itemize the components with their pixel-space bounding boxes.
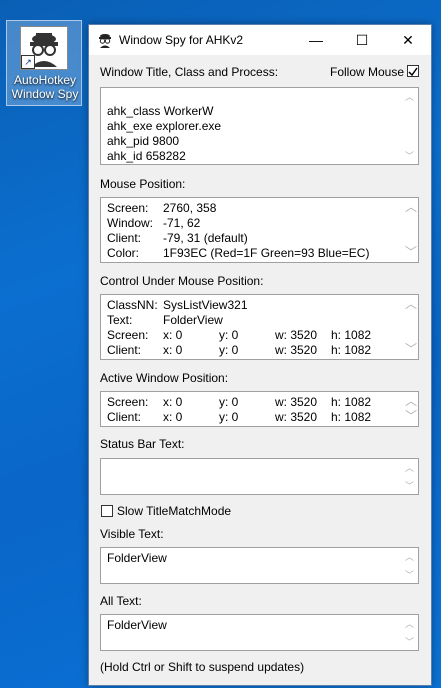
control-screen-x: x: 0 [163,328,183,342]
classnn-label: ClassNN: [107,298,158,312]
info-line-exe: ahk_exe explorer.exe [107,119,222,133]
scrollbar[interactable]: ︿ ﹀ [402,88,418,164]
scroll-down-icon: ﹀ [405,637,415,647]
active-screen-y: y: 0 [219,395,239,409]
spy-icon: ↗ [20,26,68,70]
scrollbar[interactable]: ︿ ﹀ [402,459,418,494]
mouse-screen-value: 2760, 358 [163,201,217,215]
checkmark-icon [408,67,418,77]
control-client-y: y: 0 [219,343,239,357]
control-under-mouse-label: Control Under Mouse Position: [100,274,264,288]
slow-titlematchmode-label[interactable]: Slow TitleMatchMode [117,504,231,518]
scrollbar[interactable]: ︿ ﹀ [402,392,418,426]
control-client-label: Client: [107,343,142,357]
active-screen-label: Screen: [107,395,149,409]
scroll-up-icon: ︿ [405,552,415,562]
mouse-screen-label: Screen: [107,201,149,215]
scroll-up-icon: ︿ [405,619,415,629]
mouse-color-value: 1F93EC (Red=1F Green=93 Blue=EC) [163,246,370,260]
active-client-y: y: 0 [219,410,239,424]
active-window-position-label: Active Window Position: [100,371,229,385]
active-screen-h: h: 1082 [331,395,372,409]
scroll-down-icon: ﹀ [405,409,418,423]
icon-label-line2: Window Spy [11,87,79,101]
visible-text-label: Visible Text: [100,527,164,541]
control-client-h: h: 1082 [331,343,372,357]
scroll-down-icon: ﹀ [405,481,415,491]
mouse-client-value: -79, 31 (default) [163,231,248,245]
visible-text-textbox[interactable]: FolderView ︿ ﹀ [100,547,419,584]
mouse-window-value: -71, 62 [163,216,201,230]
title-info-textbox[interactable]: ahk_class WorkerW ahk_exe explorer.exe a… [100,87,419,165]
scroll-up-icon: ︿ [405,92,415,102]
info-line-id: ahk_id 658282 [107,149,186,163]
scroll-up-icon: ︿ [405,463,415,473]
mouse-position-textbox[interactable]: Screen: 2760, 358 Window: -71, 62 Client… [100,197,419,263]
scroll-up-icon: ︿ [405,297,418,311]
mouse-position-label: Mouse Position: [100,177,186,191]
control-screen-w: w: 3520 [275,328,318,342]
classnn-value: SysListView321 [163,298,248,312]
control-screen-label: Screen: [107,328,149,342]
control-screen-y: y: 0 [219,328,239,342]
active-client-h: h: 1082 [331,410,372,424]
control-screen-h: h: 1082 [331,328,372,342]
active-window-textbox[interactable]: Screen: x: 0 y: 0 w: 3520 h: 1082 Client… [100,391,419,427]
all-text-textbox[interactable]: FolderView ︿ ﹀ [100,614,419,651]
status-bar-textbox[interactable]: ︿ ﹀ [100,458,419,495]
scroll-down-icon: ﹀ [405,570,415,580]
icon-label-line1: AutoHotkey [13,73,77,87]
mouse-client-label: Client: [107,231,142,245]
text-value: FolderView [163,313,223,327]
all-text-value: FolderView [107,618,167,632]
window-spy-app-icon [97,32,113,48]
active-client-w: w: 3520 [275,410,318,424]
follow-mouse-label[interactable]: Follow Mouse [330,65,404,79]
window-title: Window Spy for AHKv2 [119,33,244,47]
mouse-color-label: Color: [107,246,140,260]
close-button[interactable]: ✕ [385,25,431,55]
mouse-window-label: Window: [107,216,154,230]
slow-titlematchmode-checkbox[interactable] [101,505,113,517]
active-screen-x: x: 0 [163,395,183,409]
visible-text-value: FolderView [107,551,167,565]
control-client-x: x: 0 [163,343,183,357]
scroll-down-icon: ﹀ [405,151,415,161]
follow-mouse-checkbox[interactable] [407,65,419,77]
footer-hint: (Hold Ctrl or Shift to suspend updates) [100,660,305,674]
window-spy-window: Window Spy for AHKv2 — ☐ ✕ Window Title,… [88,24,432,686]
info-line-pid: ahk_pid 9800 [107,134,180,148]
desktop-icon-label: AutoHotkey Window Spy [11,73,79,101]
control-client-w: w: 3520 [275,343,318,357]
minimize-button[interactable]: — [293,25,339,55]
status-bar-text-label: Status Bar Text: [100,437,185,451]
scrollbar[interactable]: ︿ ﹀ [402,548,418,583]
text-label: Text: [107,313,133,327]
desktop-shortcut-window-spy[interactable]: ↗ AutoHotkey Window Spy [6,20,82,106]
maximize-button[interactable]: ☐ [339,25,385,55]
control-textbox[interactable]: ClassNN: SysListView321 Text: FolderView… [100,294,419,360]
scrollbar[interactable]: ︿ ﹀ [402,615,418,650]
info-line-class: ahk_class WorkerW [107,104,214,118]
scroll-down-icon: ﹀ [405,245,418,259]
all-text-label: All Text: [100,594,142,608]
title-bar[interactable]: Window Spy for AHKv2 — ☐ ✕ [89,25,431,55]
scrollbar[interactable]: ︿ ﹀ [402,295,418,359]
scrollbar[interactable]: ︿ ﹀ [402,198,418,262]
active-client-x: x: 0 [163,410,183,424]
active-client-label: Client: [107,410,142,424]
active-screen-w: w: 3520 [275,395,318,409]
scroll-up-icon: ︿ [405,200,418,214]
shortcut-arrow-icon: ↗ [21,55,35,69]
scroll-up-icon: ︿ [405,394,418,408]
title-class-process-label: Window Title, Class and Process: [100,65,279,79]
scroll-down-icon: ﹀ [405,342,418,356]
